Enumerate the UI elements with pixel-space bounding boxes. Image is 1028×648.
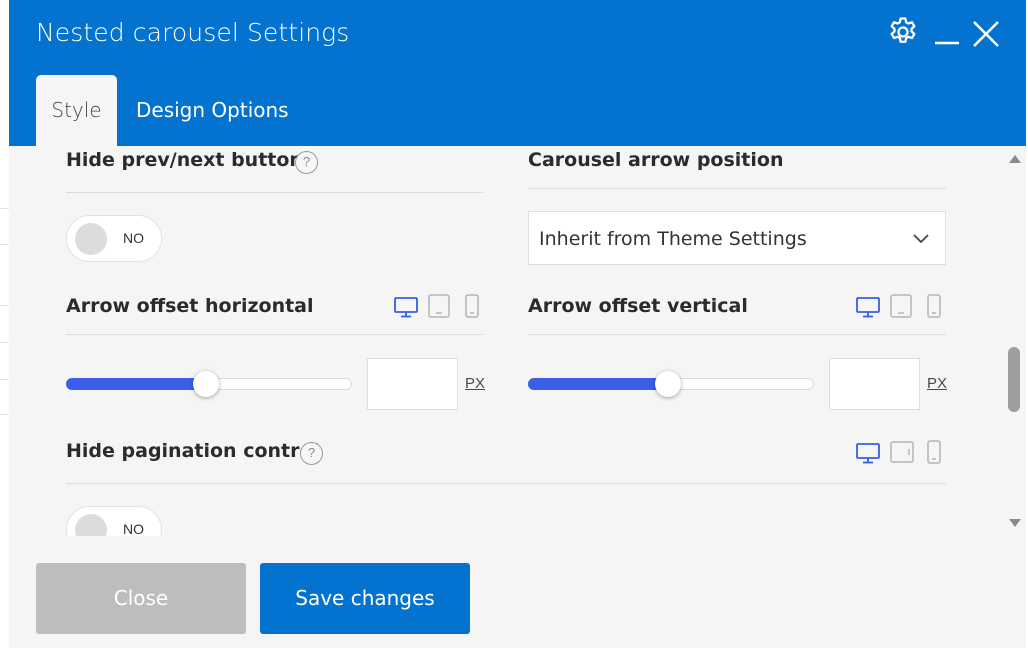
arrow-offset-vertical-unit[interactable]: PX — [927, 375, 947, 392]
scroll-up-arrow-icon[interactable] — [1008, 154, 1022, 164]
slider-thumb[interactable] — [655, 371, 681, 397]
close-button[interactable]: Close — [36, 563, 246, 634]
arrow-offset-horizontal-slider[interactable] — [66, 369, 352, 399]
arrow-position-label: Carousel arrow position — [528, 149, 784, 171]
toggle-state-label: NO — [123, 521, 144, 536]
toggle-state-label: NO — [123, 230, 144, 246]
tablet-icon[interactable] — [427, 293, 451, 319]
mobile-icon[interactable] — [464, 293, 480, 319]
hide-prev-next-toggle[interactable]: NO — [66, 215, 162, 262]
toggle-knob — [75, 514, 107, 536]
scrollbar-thumb[interactable] — [1008, 347, 1020, 412]
desktop-icon[interactable] — [855, 441, 881, 465]
modal-title: Nested carousel Settings — [36, 18, 350, 47]
slider-fill — [528, 378, 668, 390]
toggle-knob — [75, 223, 107, 255]
tablet-icon[interactable] — [889, 293, 913, 319]
hide-pagination-help-icon[interactable]: ? — [300, 442, 323, 465]
close-icon[interactable] — [970, 18, 1002, 50]
divider — [66, 334, 483, 335]
slider-fill — [66, 378, 206, 390]
scroll-down-arrow-icon[interactable] — [1008, 518, 1022, 528]
divider — [66, 192, 483, 193]
arrow-position-selected-value: Inherit from Theme Settings — [539, 228, 807, 250]
tab-design-options[interactable]: Design Options — [136, 75, 289, 146]
modal-header: Nested carousel Settings Style Design Op… — [9, 0, 1026, 146]
divider — [528, 334, 946, 335]
mobile-icon[interactable] — [926, 293, 942, 319]
hide-prev-next-label: Hide prev/next buttons — [66, 149, 315, 171]
hide-pagination-toggle[interactable]: NO — [66, 506, 162, 536]
tablet-landscape-icon[interactable] — [889, 440, 915, 464]
minimize-icon[interactable] — [933, 16, 961, 48]
save-changes-button[interactable]: Save changes — [260, 563, 470, 634]
desktop-icon[interactable] — [393, 295, 419, 319]
arrow-offset-horizontal-label: Arrow offset horizontal — [66, 295, 314, 317]
divider — [528, 188, 946, 189]
slider-thumb[interactable] — [193, 371, 219, 397]
hide-prev-next-help-icon[interactable]: ? — [295, 151, 318, 174]
chevron-down-icon — [913, 234, 929, 244]
divider — [66, 483, 946, 484]
arrow-offset-horizontal-input[interactable] — [367, 358, 458, 410]
tab-style[interactable]: Style — [36, 75, 117, 146]
arrow-offset-vertical-label: Arrow offset vertical — [528, 295, 748, 317]
scrollbar[interactable] — [1002, 146, 1026, 536]
arrow-offset-vertical-slider[interactable] — [528, 369, 814, 399]
arrow-offset-vertical-input[interactable] — [829, 358, 920, 410]
gear-icon[interactable] — [886, 15, 920, 49]
desktop-icon[interactable] — [855, 295, 881, 319]
settings-modal: Nested carousel Settings Style Design Op… — [9, 0, 1026, 648]
arrow-position-select[interactable]: Inherit from Theme Settings — [528, 211, 946, 265]
hide-pagination-label: Hide pagination control — [66, 440, 320, 462]
mobile-icon[interactable] — [926, 439, 942, 465]
arrow-offset-horizontal-unit[interactable]: PX — [465, 375, 485, 392]
modal-footer: Close Save changes — [9, 536, 1026, 648]
modal-content: Hide prev/next buttons ? NO Carousel arr… — [9, 146, 1026, 536]
